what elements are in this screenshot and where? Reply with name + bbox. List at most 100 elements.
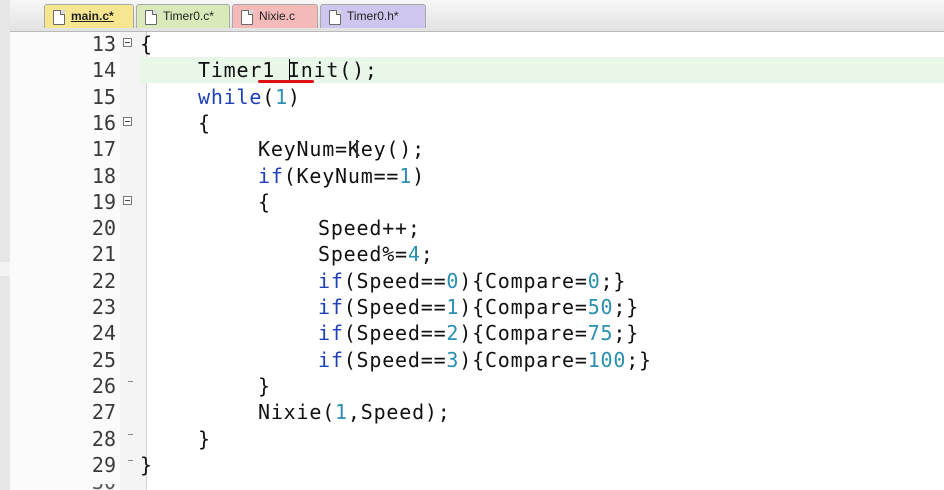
tab-timer0-c[interactable]: Timer0.c* [136, 4, 230, 28]
fold-end-marker [128, 459, 133, 461]
code-token: (Speed== [343, 295, 447, 319]
line-number: 23 [91, 295, 116, 319]
code-editor[interactable]: 30 13{14Timer1 Init();15while(1)16{17Key… [10, 32, 944, 490]
code-token: Speed%= [318, 242, 408, 267]
code-token: Nixie( [258, 400, 336, 425]
code-token: ; [420, 242, 434, 267]
line-number: 30 [10, 484, 116, 490]
code-area[interactable]: Speed%=4; [140, 241, 944, 267]
number-token: 1 [446, 295, 460, 319]
line-number: 16 [91, 110, 116, 135]
code-token: ;} [600, 268, 627, 293]
code-token: ) [287, 84, 301, 109]
code-area[interactable]: if(KeyNum==1) [140, 163, 944, 189]
file-icon [241, 10, 253, 25]
code-area[interactable]: { [140, 31, 944, 57]
code-text: while(1) [198, 84, 301, 110]
tab-timer0-h[interactable]: Timer0.h* [320, 4, 426, 28]
number-token: 3 [446, 347, 460, 372]
code-token: (KeyNum== [283, 163, 400, 188]
fold-toggle-icon[interactable] [123, 116, 132, 126]
code-area[interactable]: if(Speed==1){Compare=50;} [140, 294, 944, 320]
code-token: { [140, 32, 153, 56]
code-line[interactable]: 28} [10, 426, 944, 452]
code-line[interactable]: 17 KeyNum=Key(); [10, 136, 944, 162]
code-line[interactable]: 22 if(Speed==0){Compare=0;} [10, 268, 944, 294]
code-text: KeyNum=Key(); [258, 136, 425, 162]
code-area[interactable]: if(Speed==3){Compare=100;} [140, 347, 944, 373]
code-area[interactable]: } [140, 373, 944, 399]
line-number: 21 [91, 242, 116, 267]
code-area[interactable]: { [140, 110, 944, 136]
code-token: ) [412, 163, 425, 188]
code-token: KeyNum=Key(); [258, 137, 425, 162]
code-line[interactable]: 18 if(KeyNum==1) [10, 163, 944, 189]
code-area[interactable]: Nixie(1,Speed); [140, 399, 944, 425]
code-line[interactable]: 24 if(Speed==2){Compare=75;} [10, 320, 944, 346]
code-text: Nixie(1,Speed); [258, 399, 451, 425]
code-area[interactable]: { [140, 189, 944, 215]
tab-label: Timer0.c* [163, 9, 214, 23]
code-area[interactable]: while(1) [140, 84, 944, 110]
line-number: 19 [91, 189, 116, 214]
number-token: 1 [335, 400, 348, 425]
code-line[interactable]: 14 Timer1 Init(); [10, 57, 944, 84]
partial-line: 30 [10, 484, 944, 490]
code-token: ;} [613, 321, 640, 346]
number-token: 50 [587, 295, 614, 319]
number-token: 1 [399, 163, 413, 188]
line-number: 22 [91, 268, 116, 293]
code-token: Timer1 Init(); [198, 58, 378, 83]
tab-nixie-c[interactable]: Nixie.c [232, 4, 318, 28]
line-number: 17 [91, 137, 116, 162]
code-line[interactable]: 27 Nixie(1,Speed); [10, 399, 944, 425]
line-number: 26 [91, 373, 116, 398]
code-area[interactable]: KeyNum=Key(); [140, 136, 944, 162]
code-area[interactable]: } [140, 426, 944, 452]
line-number: 13 [91, 32, 116, 56]
code-text: if(Speed==2){Compare=75;} [318, 320, 639, 346]
number-token: 0 [587, 268, 601, 293]
code-area[interactable]: if(Speed==0){Compare=0;} [140, 268, 944, 294]
code-text: } [258, 373, 271, 399]
number-token: 75 [587, 321, 614, 346]
keyword-token: if [318, 347, 344, 372]
code-token: (Speed== [343, 268, 447, 293]
line-number: 27 [91, 400, 116, 425]
code-text: Speed%=4; [318, 241, 434, 267]
line-number: 25 [91, 347, 116, 372]
number-token: 2 [446, 321, 460, 346]
code-token: ){Compare= [459, 295, 588, 319]
line-number: 15 [91, 84, 116, 109]
fold-toggle-icon[interactable] [123, 38, 132, 47]
code-line[interactable]: 26} [10, 373, 944, 399]
code-area[interactable]: } [140, 452, 944, 478]
code-text: } [140, 452, 153, 478]
code-line[interactable]: 16 { [10, 110, 944, 136]
code-area[interactable]: if(Speed==2){Compare=75;} [140, 320, 944, 346]
code-line[interactable]: 20 Speed++; [10, 215, 944, 241]
code-token: ){Compare= [459, 321, 588, 346]
code-line[interactable]: 25 if(Speed==3){Compare=100;} [10, 347, 944, 373]
code-line[interactable]: 29} [10, 452, 944, 478]
code-line[interactable]: 13 { [10, 31, 944, 57]
fold-toggle-icon[interactable] [123, 195, 132, 205]
tab-main-c[interactable]: main.c* [44, 4, 134, 28]
code-text: Speed++; [318, 215, 421, 241]
keyword-token: while [198, 84, 263, 109]
line-number: 14 [91, 58, 116, 83]
tab-label: Nixie.c [259, 9, 296, 23]
line-number: 24 [91, 321, 116, 346]
code-line[interactable]: 19 { [10, 189, 944, 215]
code-token: (Speed== [343, 347, 447, 372]
code-area[interactable]: Speed++; [140, 215, 944, 241]
keyword-token: if [258, 163, 284, 188]
fold-end-marker [128, 433, 133, 435]
code-line[interactable]: 23 if(Speed==1){Compare=50;} [10, 294, 944, 320]
code-line[interactable]: 15 while(1) [10, 84, 944, 110]
code-token: } [258, 373, 271, 398]
code-text: if(Speed==0){Compare=0;} [318, 268, 626, 294]
tab-label: Timer0.h* [347, 9, 399, 23]
code-line[interactable]: 21 Speed%=4; [10, 241, 944, 267]
code-text: if(Speed==1){Compare=50;} [318, 294, 639, 320]
